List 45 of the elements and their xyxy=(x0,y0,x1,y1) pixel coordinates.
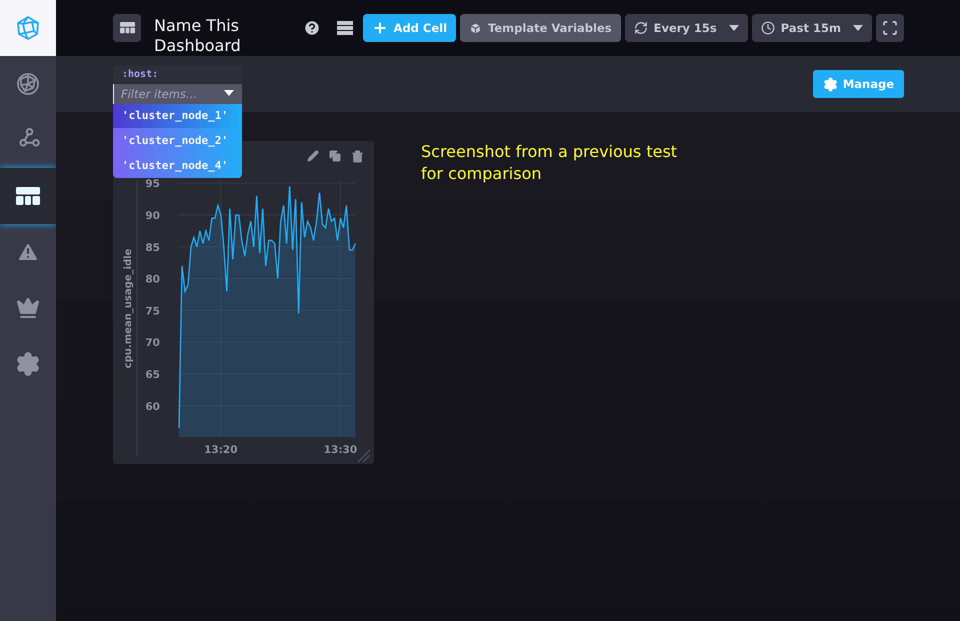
clock-icon xyxy=(760,21,775,35)
dropdown-option[interactable]: 'cluster_node_4' xyxy=(113,153,242,178)
caret-icon xyxy=(728,25,739,31)
network-globe-icon xyxy=(16,72,40,96)
annotation-text: Screenshot from a previous test for comparison xyxy=(421,141,678,185)
y-tick-label: 85 xyxy=(145,242,160,254)
time-range-dropdown[interactable]: Past 15m xyxy=(752,14,872,42)
y-axis-label: cpu.mean_usage_idle xyxy=(123,248,134,368)
dropdown-option[interactable]: 'cluster_node_1' xyxy=(113,103,242,128)
x-tick-label: 13:30 xyxy=(324,444,358,456)
delete-icon[interactable] xyxy=(351,150,364,162)
copy-icon[interactable] xyxy=(329,150,341,162)
filter-field[interactable]: Filter items... xyxy=(113,84,242,104)
help-icon xyxy=(302,19,321,37)
add-cell-button[interactable]: Add Cell xyxy=(362,14,456,42)
logo-icon xyxy=(15,15,41,41)
cube-icon xyxy=(469,22,482,34)
crown-icon xyxy=(16,296,40,320)
y-tick-label: 80 xyxy=(145,274,160,286)
plus-icon xyxy=(372,20,388,36)
grid-icon xyxy=(120,22,134,34)
template-variables-button[interactable]: Template Variables xyxy=(460,14,621,42)
refresh-icon xyxy=(634,21,648,35)
refresh-dropdown[interactable]: Every 15s xyxy=(624,14,748,42)
y-tick-label: 95 xyxy=(145,178,160,190)
resize-handle-icon[interactable] xyxy=(358,450,370,462)
dashboard-title[interactable]: Name This Dashboard xyxy=(154,16,254,56)
list-icon xyxy=(336,21,353,35)
dropdown-option[interactable]: 'cluster_node_2' xyxy=(113,128,242,153)
y-tick-label: 75 xyxy=(145,305,160,318)
caret-icon[interactable] xyxy=(224,90,234,96)
dashboard-menu-button[interactable] xyxy=(113,14,141,42)
sidebar-item[interactable] xyxy=(0,168,56,224)
fullscreen-button[interactable] xyxy=(876,14,904,42)
manage-button[interactable]: Manage xyxy=(812,70,904,98)
caret-icon xyxy=(853,25,863,31)
y-tick-label: 70 xyxy=(145,337,160,350)
x-tick-label: 13:20 xyxy=(204,444,238,456)
y-tick-label: 60 xyxy=(145,400,160,413)
dashboard-grid-icon xyxy=(16,187,40,205)
y-tick-label: 65 xyxy=(145,369,160,382)
variable-name: :host: xyxy=(113,66,242,83)
edit-icon[interactable] xyxy=(307,150,319,162)
fullscreen-icon xyxy=(882,20,898,36)
y-tick-label: 90 xyxy=(145,210,160,222)
